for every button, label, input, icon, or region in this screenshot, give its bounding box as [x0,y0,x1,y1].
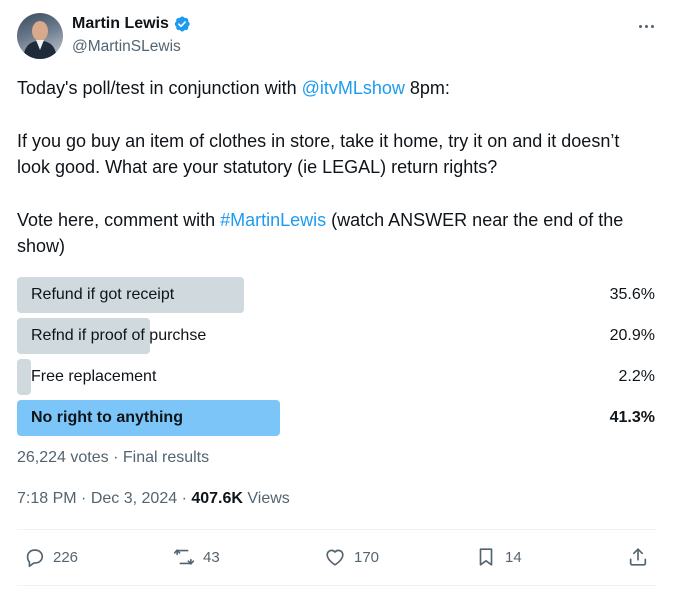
author-name[interactable]: Martin Lewis [72,15,169,33]
separator-dot: · [113,449,123,466]
poll-option-label: No right to anything [31,409,183,426]
tweet-paragraph-1: Today's poll/test in conjunction with @i… [17,75,657,101]
poll-option-label: Refund if got receipt [31,286,175,303]
repost-icon [173,549,195,565]
more-dot [644,24,648,28]
poll-votes: 26,224 votes [17,449,109,466]
divider [17,585,657,586]
more-dot [650,24,654,28]
views-count: 407.6K [191,490,243,507]
poll-option-label: Refnd if proof of purchse [31,327,207,344]
tweet-timestamp: 7:18 PM · Dec 3, 2024 · 407.6K Views [17,490,290,508]
reply-icon [26,549,44,567]
bookmark-button[interactable]: 14 [475,540,522,574]
poll-option-percent: 35.6% [609,286,655,303]
tweet-text: Today's poll/test in conjunction with @i… [17,75,657,259]
share-button[interactable] [627,540,649,574]
poll-option-percent: 2.2% [618,368,655,385]
hashtag-link[interactable]: #MartinLewis [220,210,326,230]
share-icon [629,548,647,566]
heart-icon [326,549,344,566]
tweet-text-segment: Vote here, comment with [17,210,221,230]
like-count: 170 [354,548,380,566]
poll-summary: 26,224 votes · Final results [17,449,209,467]
views-label: Views [247,490,290,507]
poll-option: No right to anything 41.3% [17,400,659,436]
bookmark-icon [479,548,493,566]
tweet-text-segment: 8pm: [404,78,450,98]
poll-option: Refund if got receipt 35.6% [17,277,659,313]
author-name-row: Martin Lewis [72,15,191,33]
avatar-head [32,21,48,41]
poll-option: Refnd if proof of purchse 20.9% [17,318,659,354]
poll: Refund if got receipt 35.6% Refnd if pro… [17,277,659,441]
poll-option-label: Free replacement [31,368,157,385]
verified-badge-icon[interactable] [173,15,191,33]
more-options-icon[interactable] [635,17,657,35]
more-dot [638,24,642,28]
action-bar: 226 43 170 14 [17,540,657,574]
tweet-date[interactable]: Dec 3, 2024 [91,490,177,507]
mention-link[interactable]: @itvMLshow [302,78,405,98]
divider [17,529,657,530]
separator-dot: · [81,490,91,507]
tweet-paragraph-3: Vote here, comment with #MartinLewis (wa… [17,207,657,259]
reply-button[interactable]: 226 [23,540,78,574]
tweet-header: Martin Lewis @MartinSLewis [17,13,659,61]
tweet-text-segment: Today's poll/test in conjunction with [17,78,302,98]
repost-count: 43 [203,548,220,566]
tweet-time[interactable]: 7:18 PM [17,490,77,507]
poll-option: Free replacement 2.2% [17,359,659,395]
author-handle[interactable]: @MartinSLewis [72,38,181,56]
poll-option-percent: 20.9% [609,327,655,344]
avatar[interactable] [17,13,63,59]
repost-button[interactable]: 43 [173,540,220,574]
bookmark-count: 14 [505,548,522,566]
poll-option-percent: 41.3% [609,409,655,426]
separator-dot: · [181,490,192,507]
tweet-paragraph-2: If you go buy an item of clothes in stor… [17,131,620,177]
poll-status: Final results [122,449,210,466]
like-button[interactable]: 170 [324,540,379,574]
reply-count: 226 [53,548,79,566]
poll-option-bar [17,359,31,395]
